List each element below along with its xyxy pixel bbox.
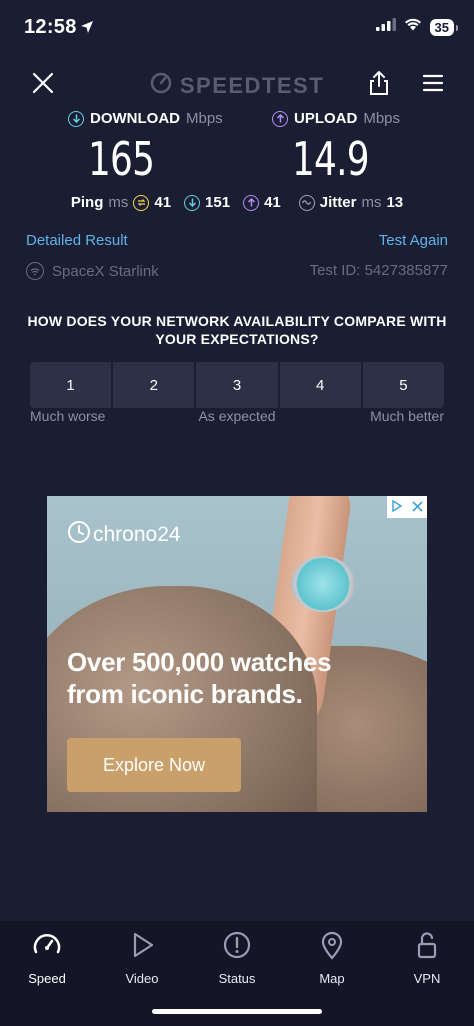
jitter-summary: Jitter ms 13 [298,194,404,211]
alert-icon [222,930,252,963]
upload-arrow-icon [272,110,288,127]
provider-name: SpaceX Starlink [52,262,159,280]
share-icon [362,66,396,100]
rating-high-label: Much better [370,408,444,424]
rating-option-5[interactable]: 5 [362,362,444,408]
status-time: 12:58 [24,16,77,38]
download-label: DOWNLOAD Mbps [68,110,223,127]
map-pin-icon [317,930,347,963]
rating-option-3[interactable]: 3 [196,362,280,408]
ping-unit: ms [108,194,129,211]
upload-unit: Mbps [363,110,401,127]
ad-brand: chrono24 [67,520,181,550]
provider-wifi-icon [26,262,44,280]
tab-video-label: Video [125,971,159,986]
jitter-unit: ms [361,194,382,211]
download-ping-icon [184,194,201,211]
tab-speed[interactable]: Speed [7,930,87,986]
rating-option-2[interactable]: 2 [113,362,197,408]
tab-map[interactable]: Map [292,930,372,986]
rating-option-4[interactable]: 4 [279,362,363,408]
lock-icon [412,930,442,963]
ad-headline-line1: Over 500,000 watches [67,647,332,677]
logo-text: SPEEDTEST [179,73,325,98]
upload-ping-icon [243,194,260,211]
tab-speed-label: Speed [28,971,66,986]
jitter-value: 13 [386,194,404,211]
download-arrow-icon [68,110,84,127]
cellular-signal-icon [375,18,396,36]
download-label-text: DOWNLOAD [90,110,180,127]
upload-label-text: UPLOAD [294,110,358,127]
menu-button[interactable] [416,66,450,100]
tab-map-label: Map [319,971,345,986]
test-id: Test ID: 5427385877 [309,262,448,279]
ping-idle-value: 41 [154,194,172,211]
tab-video[interactable]: Video [102,930,182,986]
ad-choices[interactable] [387,496,427,518]
tab-vpn-label: VPN [413,971,441,986]
provider-info: SpaceX Starlink [26,262,159,280]
share-button[interactable] [362,66,396,100]
download-value: 165 [88,132,155,186]
tab-vpn[interactable]: VPN [387,930,467,986]
download-unit: Mbps [186,110,223,127]
test-again-link[interactable]: Test Again [379,232,448,249]
ping-label: Ping [70,194,104,211]
idle-ping-icon [133,194,150,211]
upload-label: UPLOAD Mbps [272,110,400,127]
ping-jitter-row: Ping ms 41 151 41 Jitter ms 13 [0,194,474,211]
detailed-result-link[interactable]: Detailed Result [26,232,128,249]
ping-upload-value: 41 [264,194,281,211]
ping-download-value: 151 [205,194,231,211]
ad-cta-button[interactable]: Explore Now [67,738,241,792]
play-icon [127,930,157,963]
chrono24-logo-icon [67,520,91,550]
ping-summary: Ping ms 41 151 41 [71,194,281,211]
survey-question-text: HOW DOES YOUR NETWORK AVAILABILITY COMPA… [27,313,447,347]
ad-image-watch [291,556,355,612]
home-indicator[interactable] [152,1009,322,1014]
jitter-icon [298,194,315,211]
tab-status[interactable]: Status [197,930,277,986]
rating-scale: 1 2 3 4 5 [30,362,444,408]
speedtest-logo: SPEEDTEST [0,72,474,100]
hamburger-menu-icon [416,66,450,100]
ad-close-icon[interactable] [412,500,423,515]
status-indicators: 35 [375,18,459,36]
ad-headline-line2: from iconic brands. [67,679,303,709]
location-arrow-icon [80,20,94,39]
tab-status-label: Status [218,971,256,986]
survey-question: HOW DOES YOUR NETWORK AVAILABILITY COMPA… [0,312,474,348]
rating-option-1[interactable]: 1 [30,362,114,408]
ad-headline: Over 500,000 watches from iconic brands. [67,646,332,710]
ad-brand-text: chrono24 [93,523,181,546]
upload-value: 14.9 [292,132,370,186]
wifi-icon [404,18,422,36]
speedometer-icon [32,930,62,963]
battery-indicator: 35 [429,18,459,36]
jitter-label: Jitter [319,194,357,211]
speedtest-logo-icon [150,72,172,100]
adchoices-icon [391,499,403,515]
advertisement[interactable]: chrono24 Over 500,000 watches from iconi… [47,496,427,812]
